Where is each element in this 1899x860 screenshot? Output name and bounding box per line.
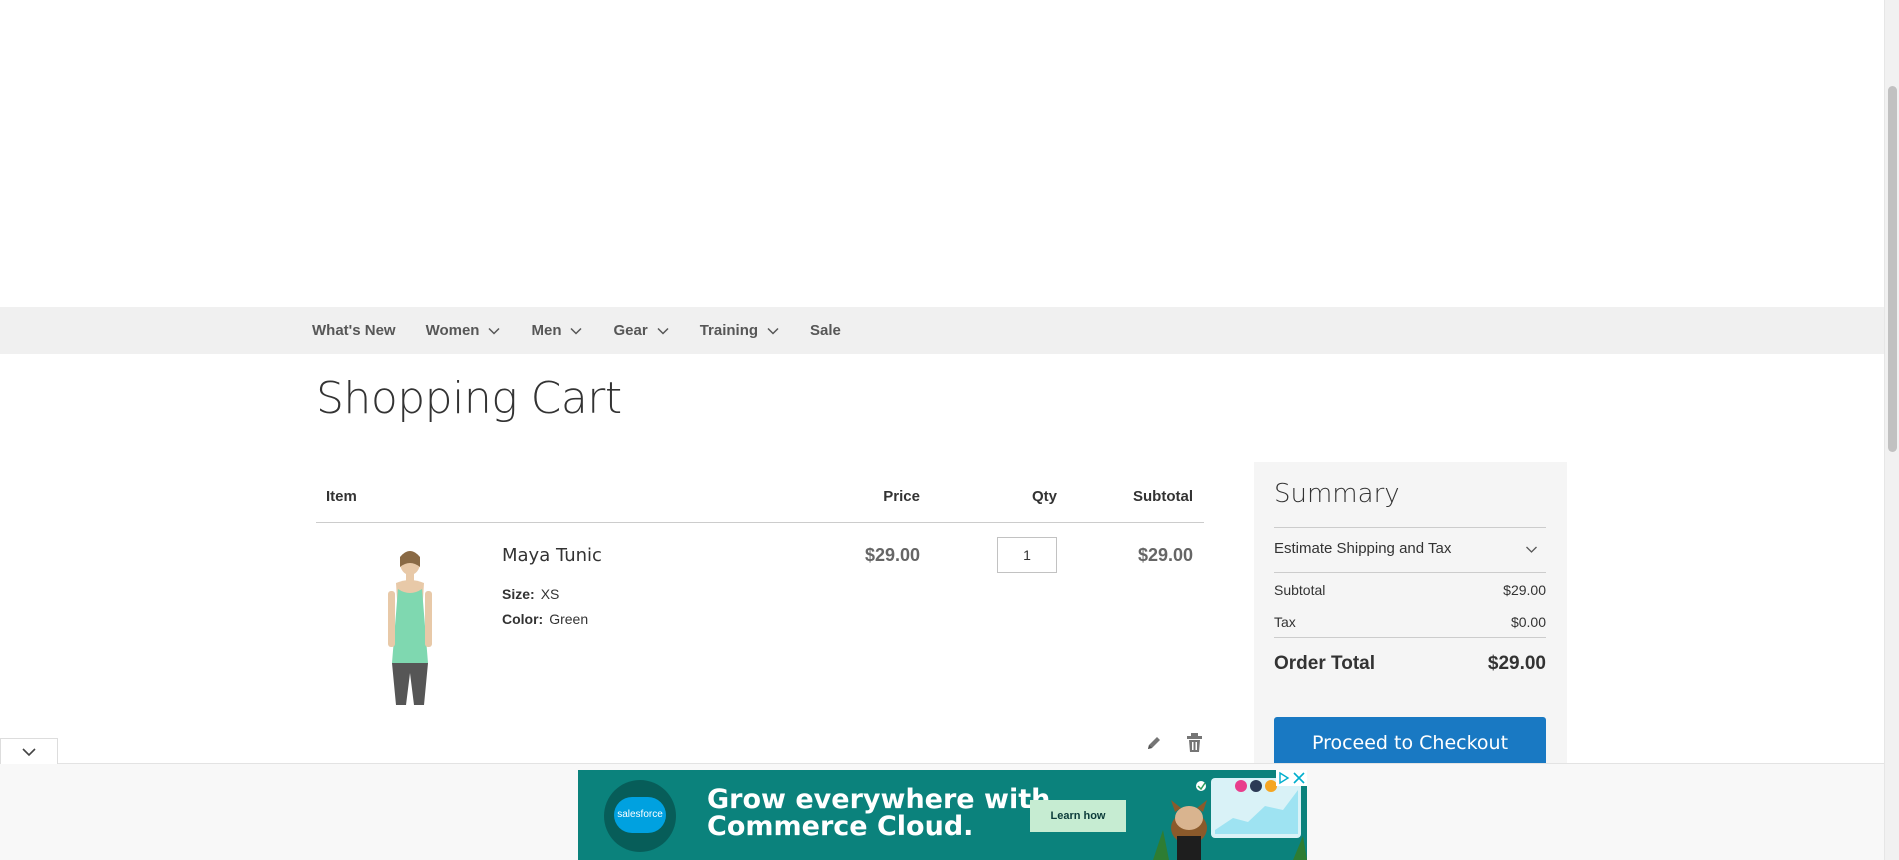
ad-headline: Grow everywhere with Commerce Cloud. bbox=[707, 786, 1050, 840]
chevron-down-icon bbox=[1526, 546, 1537, 553]
ad-choices-icon[interactable] bbox=[1276, 770, 1291, 786]
estimate-shipping-label: Estimate Shipping and Tax bbox=[1274, 540, 1452, 557]
nav-item-label: Training bbox=[699, 322, 759, 339]
chevron-down-icon bbox=[570, 327, 583, 335]
salesforce-cloud-icon: salesforce bbox=[614, 797, 666, 833]
chevron-down-icon bbox=[488, 327, 501, 335]
page-title: Shopping Cart bbox=[316, 373, 622, 424]
main-navigation: What's New Women Men Gear Training Sale bbox=[0, 307, 1884, 354]
product-name[interactable]: Maya Tunic bbox=[502, 545, 602, 566]
option-value: Green bbox=[549, 611, 589, 627]
item-subtotal: $29.00 bbox=[1137, 545, 1193, 565]
nav-list: What's New Women Men Gear Training Sale bbox=[312, 307, 871, 354]
order-total-row: Order Total $29.00 bbox=[1274, 637, 1546, 690]
summary-block: Estimate Shipping and Tax Subtotal $29.0… bbox=[1274, 527, 1546, 690]
option-label: Color: bbox=[502, 611, 544, 627]
ad-learn-how-button[interactable]: Learn how bbox=[1030, 800, 1126, 832]
nav-item-whats-new[interactable]: What's New bbox=[312, 322, 396, 339]
scrollbar-thumb[interactable] bbox=[1888, 86, 1897, 452]
totals-value: $29.00 bbox=[1503, 582, 1546, 598]
nav-item-sale[interactable]: Sale bbox=[810, 322, 841, 339]
column-header-qty: Qty bbox=[1031, 488, 1057, 505]
advertisement-banner[interactable]: salesforce Grow everywhere with Commerce… bbox=[578, 770, 1307, 860]
vertical-scrollbar[interactable] bbox=[1884, 0, 1899, 860]
option-value: XS bbox=[540, 586, 560, 602]
pencil-icon[interactable] bbox=[1145, 734, 1163, 752]
cart-table: Item Price Qty Subtotal Maya Tunic Size:… bbox=[316, 476, 1204, 713]
order-total-value: $29.00 bbox=[1487, 653, 1546, 674]
trash-icon[interactable] bbox=[1186, 733, 1203, 752]
nav-item-label: Sale bbox=[810, 322, 841, 339]
column-header-subtotal: Subtotal bbox=[1133, 488, 1193, 505]
nav-item-label: Gear bbox=[613, 322, 648, 339]
cart-table-header: Item Price Qty Subtotal bbox=[316, 476, 1204, 523]
column-header-item: Item bbox=[326, 488, 357, 505]
chevron-down-icon bbox=[657, 327, 669, 335]
chevron-down-icon bbox=[767, 327, 779, 335]
order-total-label: Order Total bbox=[1274, 653, 1375, 674]
nav-item-label: Men bbox=[531, 322, 562, 339]
item-price: $29.00 bbox=[864, 545, 920, 565]
page: What's New Women Men Gear Training Sale bbox=[0, 0, 1884, 860]
summary-title: Summary bbox=[1274, 479, 1400, 509]
proceed-to-checkout-button[interactable]: Proceed to Checkout bbox=[1274, 717, 1546, 769]
nav-item-label: Women bbox=[425, 322, 480, 339]
nav-item-men[interactable]: Men bbox=[531, 322, 583, 339]
ad-bar-collapse-button[interactable] bbox=[0, 738, 58, 764]
estimate-shipping-toggle[interactable]: Estimate Shipping and Tax bbox=[1274, 528, 1546, 573]
totals-label: Tax bbox=[1274, 614, 1296, 630]
nav-item-women[interactable]: Women bbox=[426, 322, 502, 339]
totals-row-subtotal: Subtotal $29.00 bbox=[1274, 573, 1546, 605]
nav-item-training[interactable]: Training bbox=[700, 322, 780, 339]
cart-item-row: Maya Tunic Size: XS Color: Green $29.00 $2… bbox=[316, 523, 1204, 713]
ad-headline-line: Commerce Cloud. bbox=[707, 811, 974, 842]
nav-item-label: What's New bbox=[312, 322, 396, 339]
qty-input[interactable] bbox=[997, 537, 1057, 573]
product-image[interactable] bbox=[362, 545, 458, 705]
product-option-color: Color: Green bbox=[502, 611, 588, 627]
chevron-down-icon bbox=[22, 748, 36, 757]
nav-item-gear[interactable]: Gear bbox=[613, 322, 669, 339]
ad-headline-line: Grow everywhere with bbox=[707, 784, 1051, 815]
ad-close-icon[interactable] bbox=[1291, 770, 1307, 786]
totals-label: Subtotal bbox=[1274, 582, 1326, 598]
totals-value: $0.00 bbox=[1510, 614, 1546, 630]
totals-row-tax: Tax $0.00 bbox=[1274, 605, 1546, 637]
column-header-price: Price bbox=[883, 488, 920, 505]
cart-summary: Summary Estimate Shipping and Tax Subtot… bbox=[1254, 462, 1567, 772]
product-option-size: Size: XS bbox=[502, 586, 559, 602]
option-label: Size: bbox=[502, 586, 535, 602]
